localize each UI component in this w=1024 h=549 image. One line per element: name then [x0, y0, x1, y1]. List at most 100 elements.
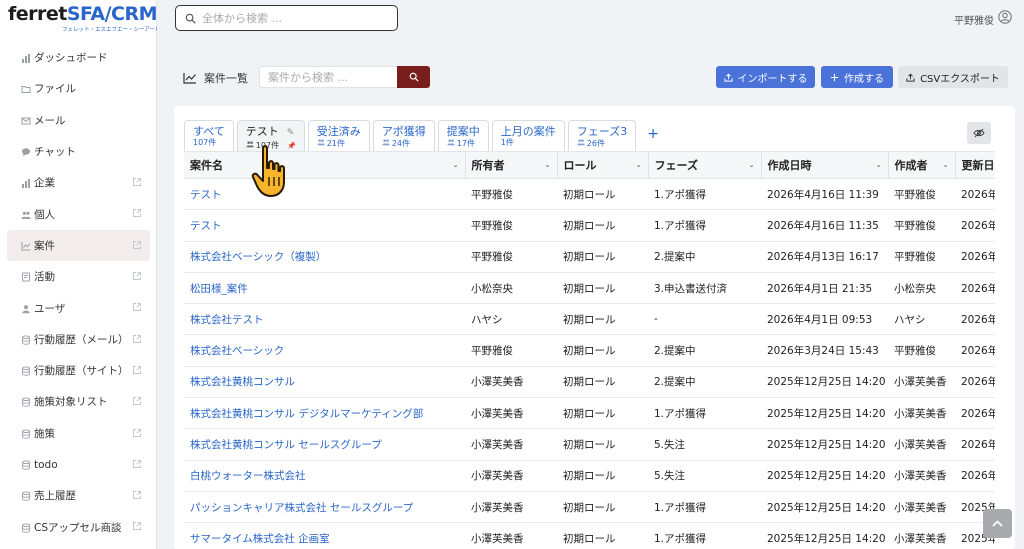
deal-name-link[interactable]: 株式会社黄桃コンサル セールスグループ [184, 428, 465, 461]
global-search-input[interactable] [202, 11, 382, 25]
global-search-box[interactable] [175, 5, 398, 31]
table-row[interactable]: 白桃ウォーター株式会社 小澤芙美香 初期ロール 5.失注 2025年12月25日 14:… [184, 460, 995, 492]
column-header-5[interactable]: 作成日時 ⌄ [761, 151, 889, 179]
deal-table-wrapper[interactable]: 案件名⌄所有者⌄ロール⌄フェーズ⌄作成日時⌄作成者⌄更新日時 テスト平野雅俊初期… [184, 151, 995, 549]
hide-columns-button[interactable] [967, 122, 991, 144]
table-row[interactable]: テスト 平野雅俊 初期ロール 1.アポ獲得 2026年4月16日 11:35 平野雅俊 20… [184, 209, 995, 242]
table-row[interactable]: 株式会社テスト ハヤシ 初期ロール -2026年4月1日 09:53 ハヤシ 2026年 [184, 303, 995, 336]
deal-name-link[interactable]: 株式会社黄桃コンサル [184, 366, 465, 399]
deal-name-link[interactable]: 株式会社ベーシック（複製） [184, 241, 465, 273]
deal-search-button[interactable] [397, 66, 430, 88]
table-cell: 2026年4月13日 16:17 [761, 241, 888, 273]
column-header-6[interactable]: 作成者 ⌄ [888, 151, 956, 179]
sidebar-item-12[interactable]: 施策対象リスト [7, 386, 150, 417]
external-link-icon[interactable] [132, 302, 142, 312]
deal-name-link[interactable]: 株式会社ベーシック [184, 334, 465, 367]
external-link-icon[interactable] [132, 521, 142, 531]
chevron-down-icon[interactable]: ⌄ [545, 161, 551, 169]
external-link-icon[interactable] [132, 208, 142, 218]
sidebar-item-2[interactable]: ファイル [7, 73, 150, 104]
user-avatar-icon[interactable] [998, 10, 1012, 24]
create-button[interactable]: 作成する [821, 66, 893, 88]
sidebar-item-5[interactable]: 企業 [7, 167, 150, 198]
deal-search-box[interactable] [259, 66, 397, 88]
view-tab-1[interactable]: すべて 107件 [184, 120, 234, 152]
trend-icon [183, 73, 196, 84]
sidebar-item-10[interactable]: 行動履歴（メール） [7, 324, 150, 355]
external-link-icon[interactable] [132, 334, 142, 344]
view-tab-5[interactable]: 提案中 17件 [437, 120, 489, 152]
table-cell: 小澤芙美香 [465, 460, 557, 492]
table-cell: 1.アポ獲得 [648, 178, 761, 211]
external-link-icon[interactable] [132, 396, 142, 406]
external-link-icon[interactable] [132, 428, 142, 438]
sidebar-item-4[interactable]: チャット [7, 136, 150, 167]
sidebar-item-8[interactable]: 活動 [7, 261, 150, 292]
column-header-7[interactable]: 更新日時 [955, 151, 995, 179]
pencil-icon[interactable]: ✎ [287, 127, 295, 140]
deal-name-link[interactable]: 株式会社テスト [184, 303, 465, 336]
sidebar-item-3[interactable]: メール [7, 105, 150, 136]
csv-export-button[interactable]: CSVエクスポート [898, 66, 1008, 88]
table-row[interactable]: 株式会社黄桃コンサル デジタルマーケティング部 小澤芙美香 初期ロール 1.アポ獲得 2… [184, 397, 995, 430]
sidebar-item-15[interactable]: 売上履歴 [7, 480, 150, 511]
view-tab-4[interactable]: アポ獲得 24件 [372, 120, 435, 152]
import-button[interactable]: インポートする [716, 66, 815, 88]
chevron-down-icon[interactable]: ⌄ [749, 161, 755, 169]
sidebar-item-14[interactable]: todo [7, 449, 150, 480]
sidebar-item-6[interactable]: 個人 [7, 198, 150, 229]
external-link-icon[interactable] [132, 459, 142, 469]
sidebar-item-label: 売上履歴 [34, 490, 76, 503]
sidebar-item-11[interactable]: 行動履歴（サイト） [7, 355, 150, 386]
sidebar-item-16[interactable]: CSアップセル商談 [7, 511, 150, 542]
view-tab-6[interactable]: 上月の案件 1件 [491, 120, 565, 152]
chevron-down-icon[interactable]: ⌄ [876, 161, 882, 169]
external-link-icon[interactable] [132, 177, 142, 187]
page-header: 案件一覧 インポートする 作成する CSVエクスポート [157, 66, 1024, 90]
deal-name-link[interactable]: パッションキャリア株式会社 セールスグループ [184, 491, 465, 524]
table-row[interactable]: 株式会社黄桃コンサル 小澤芙美香 初期ロール 2.提案中 2025年12月25日 14:… [184, 366, 995, 399]
table-row[interactable]: 株式会社黄桃コンサル セールスグループ 小澤芙美香 初期ロール 5.失注 2025年12… [184, 428, 995, 461]
external-link-icon[interactable] [132, 490, 142, 500]
table-cell: 初期ロール [557, 428, 648, 461]
view-tab-3[interactable]: 受注済み 21件 [307, 120, 370, 152]
sidebar-item-7[interactable]: 案件 [7, 229, 150, 262]
deal-name-link[interactable]: 松田様_案件 [184, 272, 465, 305]
table-cell: 3.申込書送付済 [648, 272, 761, 305]
column-header-2[interactable]: 所有者 ⌄ [465, 151, 558, 179]
table-row[interactable]: サマータイム株式会社 企画室 小澤芙美香 初期ロール 1.アポ獲得 2025年12月25… [184, 522, 995, 549]
deal-name-link[interactable]: 白桃ウォーター株式会社 [184, 460, 465, 492]
external-link-icon[interactable] [132, 240, 142, 250]
column-header-3[interactable]: ロール ⌄ [557, 151, 649, 179]
column-header-4[interactable]: フェーズ ⌄ [648, 151, 762, 179]
app-logo[interactable]: ferretSFA/CRM フェレット・エスエフエー・シーアールエム [0, 0, 171, 36]
chevron-down-icon[interactable]: ⌄ [943, 161, 949, 169]
table-cell: 5.失注 [648, 460, 761, 492]
deal-name-link[interactable]: サマータイム株式会社 企画室 [184, 522, 465, 549]
table-row[interactable]: テスト 平野雅俊 初期ロール 1.アポ獲得 2026年4月16日 11:39 平野雅俊 20… [184, 178, 995, 211]
chevron-down-icon[interactable]: ⌄ [636, 161, 642, 169]
table-row[interactable]: 株式会社ベーシック（複製） 平野雅俊 初期ロール 2.提案中 2026年4月13日 16… [184, 241, 995, 273]
database-icon [21, 335, 30, 345]
user-name[interactable]: 平野雅俊 [954, 12, 994, 27]
table-row[interactable]: 松田様_案件 小松奈央 初期ロール 3.申込書送付済 2026年4月1日 21:35 小松… [184, 272, 995, 305]
table-cell: 初期ロール [557, 178, 648, 211]
add-tab-button[interactable]: + [647, 126, 659, 142]
sidebar-item-13[interactable]: 施策 [7, 418, 150, 449]
scroll-to-top-button[interactable] [983, 509, 1012, 538]
table-row[interactable]: パッションキャリア株式会社 セールスグループ 小澤芙美香 初期ロール 1.アポ獲得 20… [184, 491, 995, 524]
deal-name-link[interactable]: テスト [184, 178, 465, 211]
chevron-down-icon[interactable]: ⌄ [453, 161, 459, 169]
sidebar-item-1[interactable]: ダッシュボード [7, 42, 150, 73]
deal-search-input[interactable] [268, 70, 388, 84]
table-cell: 初期ロール [557, 272, 648, 305]
column-header-1[interactable]: 案件名 ⌄ [184, 151, 466, 179]
external-link-icon[interactable] [132, 365, 142, 375]
deal-name-link[interactable]: テスト [184, 209, 465, 242]
table-row[interactable]: 株式会社ベーシック 平野雅俊 初期ロール 2.提案中 2026年3月24日 15:43 平… [184, 334, 995, 367]
sidebar-item-9[interactable]: ユーザ [7, 292, 150, 323]
deal-name-link[interactable]: 株式会社黄桃コンサル デジタルマーケティング部 [184, 397, 465, 430]
view-tab-7[interactable]: フェーズ3 26件 [567, 120, 637, 152]
external-link-icon[interactable] [132, 271, 142, 281]
table-cell: 2025年12月25日 14:20 [761, 491, 888, 524]
